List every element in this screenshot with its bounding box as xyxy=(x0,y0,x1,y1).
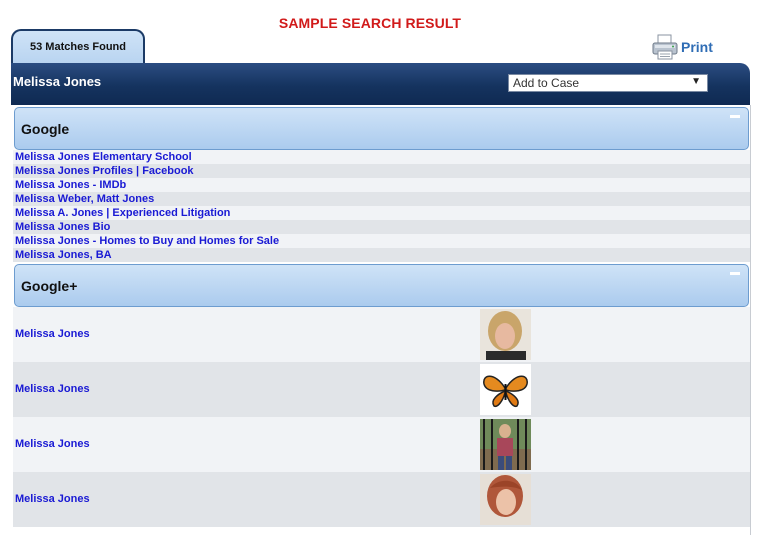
result-link[interactable]: Melissa A. Jones | Experienced Litigatio… xyxy=(15,207,230,219)
list-item: Melissa Jones Bio xyxy=(13,220,750,234)
print-label: Print xyxy=(681,39,713,55)
result-link[interactable]: Melissa Jones, BA xyxy=(15,249,112,261)
result-link[interactable]: Melissa Jones Bio xyxy=(15,221,110,233)
avatar[interactable] xyxy=(480,309,531,360)
profile-link[interactable]: Melissa Jones xyxy=(15,438,90,450)
add-to-case-select[interactable]: Add to Case ▼ xyxy=(508,74,708,92)
collapse-icon[interactable] xyxy=(730,272,740,275)
section-title: Google+ xyxy=(21,278,78,294)
add-to-case-value: Add to Case xyxy=(513,76,580,90)
result-link[interactable]: Melissa Weber, Matt Jones xyxy=(15,193,154,205)
results-panel: Google Melissa Jones Elementary School M… xyxy=(13,105,751,535)
person-name: Melissa Jones xyxy=(13,74,102,89)
section-header-google: Google xyxy=(14,107,749,150)
list-item: Melissa Jones xyxy=(13,362,750,417)
list-item: Melissa Jones, BA xyxy=(13,248,750,262)
list-item: Melissa Weber, Matt Jones xyxy=(13,192,750,206)
print-button[interactable]: Print xyxy=(651,32,721,62)
list-item: Melissa Jones - IMDb xyxy=(13,178,750,192)
result-link[interactable]: Melissa Jones - IMDb xyxy=(15,179,126,191)
result-header: Melissa Jones Add to Case ▼ xyxy=(11,63,750,105)
result-link[interactable]: Melissa Jones Elementary School xyxy=(15,151,192,163)
profile-link[interactable]: Melissa Jones xyxy=(15,493,90,505)
tab-matches-found[interactable]: 53 Matches Found xyxy=(11,29,145,66)
list-item: Melissa Jones xyxy=(13,417,750,472)
section-header-googleplus: Google+ xyxy=(14,264,749,307)
section-title: Google xyxy=(21,121,70,137)
profile-link[interactable]: Melissa Jones xyxy=(15,328,90,340)
collapse-icon[interactable] xyxy=(730,115,740,118)
printer-icon xyxy=(651,33,679,61)
googleplus-profile-list: Melissa Jones Melissa Jones Melissa Jone… xyxy=(13,307,750,527)
list-item: Melissa A. Jones | Experienced Litigatio… xyxy=(13,206,750,220)
dropdown-arrow-icon: ▼ xyxy=(691,76,701,87)
list-item: Melissa Jones Elementary School xyxy=(13,150,750,164)
list-item: Melissa Jones xyxy=(13,307,750,362)
tab-label: 53 Matches Found xyxy=(30,41,126,53)
result-link[interactable]: Melissa Jones - Homes to Buy and Homes f… xyxy=(15,235,279,247)
profile-link[interactable]: Melissa Jones xyxy=(15,383,90,395)
list-item: Melissa Jones xyxy=(13,472,750,527)
list-item: Melissa Jones Profiles | Facebook xyxy=(13,164,750,178)
result-link[interactable]: Melissa Jones Profiles | Facebook xyxy=(15,165,194,177)
list-item: Melissa Jones - Homes to Buy and Homes f… xyxy=(13,234,750,248)
google-link-list: Melissa Jones Elementary School Melissa … xyxy=(13,150,750,262)
avatar[interactable] xyxy=(480,364,531,415)
avatar[interactable] xyxy=(480,419,531,470)
avatar[interactable] xyxy=(480,474,531,525)
